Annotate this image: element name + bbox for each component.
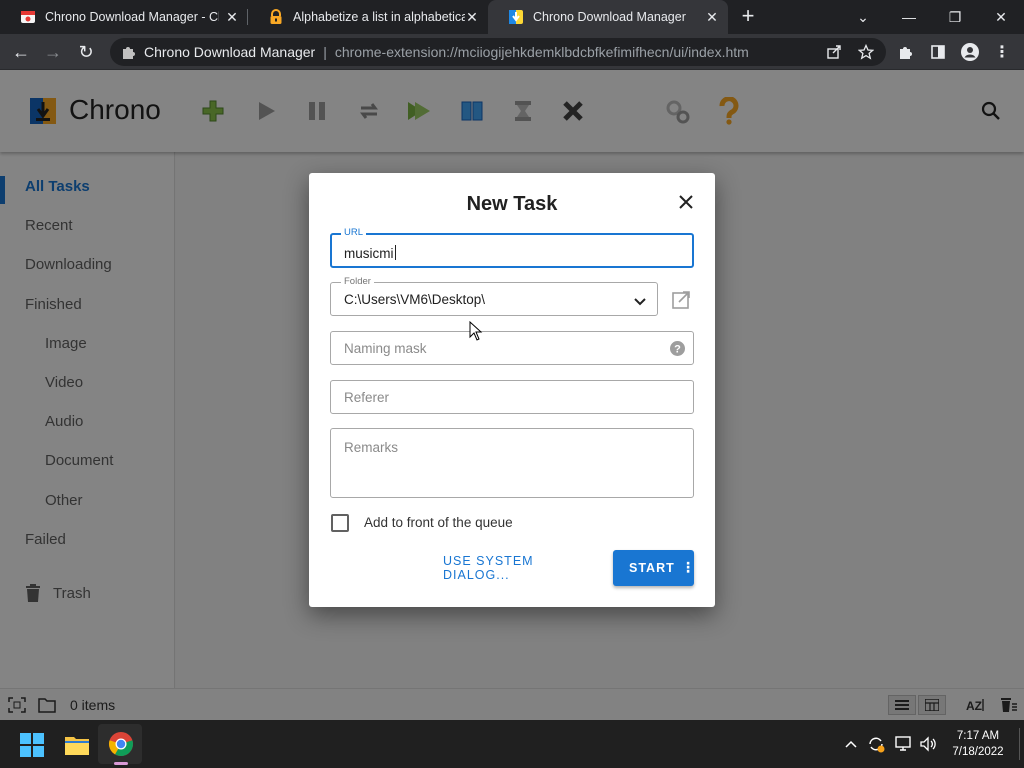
folder-select[interactable]: Folder C:\Users\VM6\Desktop\ [330, 276, 658, 316]
new-task-dialog: New Task URL musicmi Folder C:\Users\VM6… [309, 173, 715, 607]
bookmark-star-icon[interactable] [854, 40, 878, 64]
svg-text:?: ? [674, 344, 681, 356]
chrome-running-indicator [114, 762, 128, 765]
url-label: URL [341, 227, 367, 239]
site-name: Chrono Download Manager [144, 44, 316, 60]
profile-avatar-icon[interactable] [958, 40, 982, 64]
tab-title: Chrono Download Manager - Ch [45, 10, 219, 24]
share-icon[interactable] [822, 40, 846, 64]
referer-placeholder: Referer [344, 390, 390, 405]
extensions-icon[interactable] [894, 40, 918, 64]
volume-icon[interactable] [918, 734, 938, 754]
add-to-front-checkbox[interactable] [331, 514, 349, 532]
chevron-down-icon [633, 294, 647, 306]
file-explorer-icon[interactable] [64, 732, 90, 758]
omnibox-divider: | [323, 44, 327, 60]
remarks-textarea[interactable]: Remarks [330, 428, 694, 498]
tab-chrono-manager[interactable]: Chrono Download Manager - Ch ✕ [0, 0, 248, 34]
chrome-icon[interactable] [108, 731, 134, 757]
show-hidden-icons-icon[interactable] [842, 734, 860, 754]
use-system-dialog-button[interactable]: USE SYSTEM DIALOG... [443, 551, 597, 585]
clock-date: 7/18/2022 [952, 746, 1004, 758]
puzzle-icon [120, 44, 136, 60]
dialog-title: New Task [466, 193, 558, 215]
mouse-pointer-icon [469, 320, 483, 341]
minimize-icon[interactable]: — [886, 0, 932, 34]
tab-alphabetize[interactable]: Alphabetize a list in alphabetical ✕ [248, 0, 488, 34]
side-panel-icon[interactable] [926, 40, 950, 64]
folder-value: C:\Users\VM6\Desktop\ [344, 292, 486, 307]
naming-mask-field[interactable]: Naming mask ? [330, 331, 694, 365]
open-folder-icon[interactable] [671, 290, 691, 310]
chrono-download-favicon-icon [508, 9, 524, 25]
windows-start-icon[interactable] [20, 733, 44, 757]
chrono-app: Chrono All Tasks Recent Downloading Fini… [0, 70, 1024, 720]
url-text: chrome-extension://mciiogijehkdemklbdcbf… [334, 44, 749, 60]
new-tab-button[interactable]: + [738, 5, 758, 27]
url-field[interactable]: URL musicmi [330, 227, 694, 268]
address-bar[interactable]: Chrono Download Manager | chrome-extensi… [110, 38, 886, 66]
tab-chrono-active[interactable]: Chrono Download Manager ✕ [488, 0, 728, 34]
restore-icon[interactable]: ❐ [932, 0, 978, 34]
help-circle-icon[interactable]: ? [670, 341, 685, 356]
referer-field[interactable]: Referer [330, 380, 694, 414]
remarks-placeholder: Remarks [344, 440, 399, 455]
reload-icon[interactable]: ↻ [74, 40, 98, 64]
browser-toolbar: ← → ↻ Chrono Download Manager | chrome-e… [0, 34, 1024, 70]
close-window-icon[interactable]: ✕ [978, 0, 1024, 34]
start-button[interactable]: START ⋮ [613, 550, 696, 586]
browser-tab-strip: Chrono Download Manager - Ch ✕ Alphabeti… [0, 0, 1024, 34]
forward-icon[interactable]: → [41, 40, 65, 64]
network-icon[interactable] [894, 734, 914, 754]
windows-taskbar: 7:17 AM 7/18/2022 [0, 720, 1024, 768]
chrono-favicon-icon [20, 9, 36, 25]
tab-search-chevron-icon[interactable]: ⌄ [840, 0, 886, 34]
show-desktop-button[interactable] [1019, 728, 1020, 760]
tab-title: Alphabetize a list in alphabetical [293, 10, 465, 24]
sync-status-icon[interactable] [866, 734, 886, 754]
start-button-label: START [629, 561, 675, 575]
folder-label: Folder [341, 276, 374, 288]
chrome-menu-icon[interactable]: ⋮ [990, 40, 1014, 64]
url-input-value: musicmi [344, 245, 396, 261]
clock-time: 7:17 AM [956, 730, 1000, 742]
add-to-front-label[interactable]: Add to front of the queue [364, 515, 513, 530]
close-tab-icon[interactable]: ✕ [704, 9, 720, 25]
close-tab-icon[interactable]: ✕ [224, 9, 240, 25]
lock-favicon-icon [268, 9, 284, 25]
close-tab-icon[interactable]: ✕ [464, 9, 480, 25]
naming-mask-placeholder: Naming mask [344, 341, 427, 356]
close-icon[interactable] [675, 191, 697, 213]
taskbar-clock[interactable]: 7:17 AM 7/18/2022 [946, 728, 1010, 760]
back-icon[interactable]: ← [9, 40, 33, 64]
more-options-icon[interactable]: ⋮ [681, 560, 696, 574]
tab-title: Chrono Download Manager [533, 10, 686, 24]
